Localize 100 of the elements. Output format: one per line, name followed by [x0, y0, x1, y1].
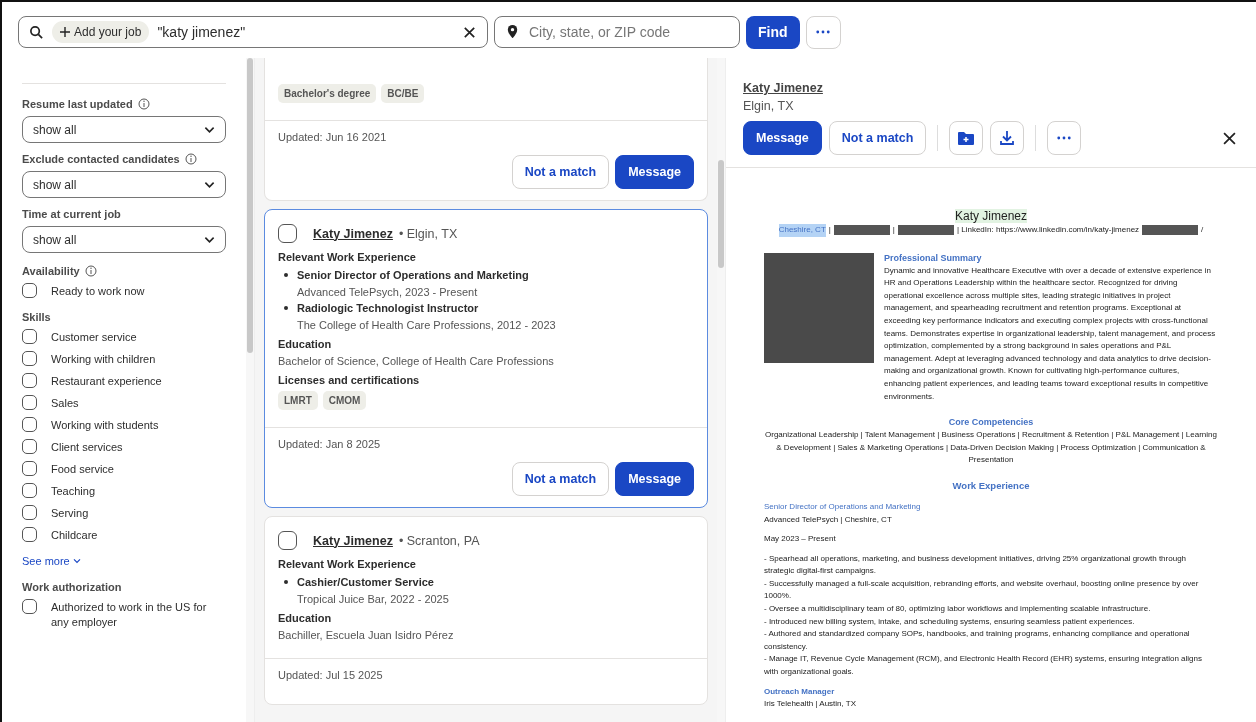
section-heading: Licenses and certifications: [278, 374, 421, 386]
job-detail: The College of Health Care Professions, 2012 - 2023: [296, 319, 557, 331]
checkbox-label[interactable]: Sales: [51, 395, 79, 411]
download-icon: [999, 130, 1016, 146]
candidate-card[interactable]: Bachelor's degree BC/BE Updated: Jun 16 2021 Not a match Message: [264, 58, 708, 201]
message-button[interactable]: Message: [743, 121, 822, 155]
checkbox-label[interactable]: Ready to work now: [51, 283, 145, 299]
message-button[interactable]: Message: [615, 462, 694, 496]
job-detail: Advanced TelePsych, 2023 - Present: [296, 286, 479, 298]
checkbox[interactable]: [22, 395, 37, 410]
contact-location: Cheshire, CT: [778, 224, 826, 237]
resume-heading: Core Competencies: [947, 416, 1035, 430]
checkbox[interactable]: [22, 527, 37, 542]
section-heading: Education: [278, 338, 333, 350]
section-heading: Relevant Work Experience: [278, 251, 417, 263]
info-icon[interactable]: [184, 153, 197, 165]
checkbox[interactable]: [22, 417, 37, 432]
filter-dropdown[interactable]: show all: [22, 116, 226, 143]
plus-icon: [60, 27, 70, 37]
checkbox-label[interactable]: Customer service: [51, 329, 137, 345]
checkbox[interactable]: [278, 224, 297, 243]
checkbox-label[interactable]: Client services: [51, 439, 123, 455]
more-icon: [816, 30, 831, 34]
contact-text: |: [892, 224, 895, 236]
bullet-icon: [284, 580, 288, 584]
candidate-name-link[interactable]: Katy Jimenez: [313, 226, 393, 241]
location-pin-icon: [505, 24, 520, 39]
checkbox[interactable]: [22, 329, 37, 344]
job-detail: Tropical Juice Bar, 2022 - 2025: [296, 593, 450, 605]
save-to-folder-button[interactable]: [949, 121, 984, 155]
checkbox-label[interactable]: Restaurant experience: [51, 373, 162, 389]
company-text: Advanced TelePsych | Cheshire, CT: [764, 513, 893, 526]
checkbox-label[interactable]: Authorized to work in the US for any employer: [51, 599, 226, 630]
chevron-down-icon: [204, 235, 215, 244]
chevron-down-icon: [204, 180, 215, 189]
bullet-icon: [284, 273, 288, 277]
summary-paragraph: Dynamic and innovative Healthcare Executive with over a decade of extensive experience in HR and Operations Leadership within the healthcare sector. Recognized for driving operational excellence across multiple sites, leading strategic initiatives in project management, and spearheading recruitment and retention programs. Exceptional at exceeding key performance indicators and executing complex projects with cross-functional teams. Demonstrates expertise in organizational leadership, talent management, and process optimization, complemented by a strong background in sales operations and P&L management. Adept at leveraging advanced technology and data analytics to drive decision-making and organizational growth. Known for cultivating high-performance cultures, enhancing patient experiences, and leading teams toward exceptional results in competitive environments.: [884, 264, 1217, 403]
not-a-match-button[interactable]: Not a match: [511, 462, 610, 496]
job-title: Radiologic Technologist Instructor: [297, 301, 479, 315]
filter-dropdown[interactable]: show all: [22, 171, 226, 198]
checkbox[interactable]: [22, 351, 37, 366]
search-query: "katy jimenez": [157, 24, 247, 40]
checkbox[interactable]: [22, 599, 37, 614]
checkbox-label[interactable]: Food service: [51, 461, 114, 477]
checkbox[interactable]: [22, 373, 37, 388]
checkbox[interactable]: [22, 505, 37, 520]
candidate-card[interactable]: [264, 209, 708, 508]
checkbox[interactable]: [22, 461, 37, 476]
job-title: Senior Director of Operations and Marketing: [764, 500, 922, 513]
checkbox[interactable]: [22, 439, 37, 454]
checkbox-label[interactable]: Working with students: [51, 417, 159, 433]
scrollbar-thumb[interactable]: [718, 160, 724, 268]
find-button[interactable]: Find: [746, 15, 800, 49]
more-icon: [1057, 136, 1072, 140]
not-a-match-button[interactable]: Not a match: [828, 121, 927, 155]
tag: BC/BE: [381, 84, 425, 103]
checkbox-label[interactable]: Serving: [51, 505, 89, 521]
clear-icon[interactable]: [462, 24, 477, 40]
candidate-name-link[interactable]: Katy Jimenez: [743, 81, 823, 95]
checkbox-label[interactable]: Childcare: [51, 527, 98, 543]
bullet-text: - Spearhead all operations, marketing, and business development initiatives, driving 25% organizational growth through strategic digital-first campaigns.: [764, 552, 1188, 578]
download-button[interactable]: [990, 121, 1025, 155]
filter-label: Work authorization: [22, 581, 122, 593]
contact-text: | LinkedIn: https://www.linkedin.com/in/katy-jimenez: [956, 224, 1140, 236]
filter-label: Time at current job: [22, 208, 121, 220]
chevron-down-icon: [72, 558, 81, 564]
updated-date: Updated: Jun 16 2021: [278, 131, 388, 143]
redacted-block: [833, 225, 890, 236]
bullet-text: - Successfully managed a full-scale acquisition, rebranding efforts, and website overhaul, boosting online presence by over 1000%.: [764, 577, 1200, 603]
checkbox-label[interactable]: Working with children: [51, 351, 156, 367]
updated-date: Updated: Jul 15 2025: [278, 669, 384, 681]
folder-plus-icon: [958, 131, 975, 145]
info-icon[interactable]: [137, 98, 150, 110]
add-job-chip[interactable]: Add your job: [52, 21, 150, 43]
checkbox[interactable]: [278, 531, 297, 550]
location-field[interactable]: City, state, or ZIP code: [494, 16, 740, 48]
job-title: Cashier/Customer Service: [297, 575, 434, 589]
bullet-icon: [284, 306, 288, 310]
checkbox-label[interactable]: Teaching: [51, 483, 96, 499]
job-title: Senior Director of Operations and Marketing: [297, 268, 529, 282]
resume-name: Katy Jimenez: [955, 209, 1027, 223]
see-more-link[interactable]: See more: [22, 555, 81, 567]
not-a-match-button[interactable]: Not a match: [511, 155, 610, 189]
info-icon[interactable]: [84, 265, 97, 277]
chevron-down-icon: [204, 125, 215, 134]
scrollbar-thumb[interactable]: [247, 58, 253, 353]
candidate-card[interactable]: Katy Jimenez • Scranton, PA Relevant Work Experience Cashier/Customer Service Tropical Juice Bar, 2022 - 2025 Education Bachiller, Escuela Juan Isidro Pérez Updated: Jul 15 2025: [264, 516, 708, 705]
section-heading: Relevant Work Experience: [278, 558, 417, 570]
checkbox[interactable]: [22, 283, 37, 298]
filter-label: Exclude contacted candidates: [22, 153, 180, 165]
filter-dropdown[interactable]: show all: [22, 226, 226, 253]
resume-heading: Work Experience: [951, 478, 1031, 493]
contact-text: |: [828, 224, 831, 236]
close-icon[interactable]: [1223, 131, 1236, 145]
search-field[interactable]: Add your job "katy jimenez": [18, 16, 488, 48]
checkbox[interactable]: [22, 483, 37, 498]
candidate-name-link[interactable]: Katy Jimenez: [313, 533, 393, 548]
message-button[interactable]: Message: [615, 155, 694, 189]
candidate-location: • Scranton, PA: [398, 533, 480, 548]
redacted-block: [897, 225, 954, 236]
